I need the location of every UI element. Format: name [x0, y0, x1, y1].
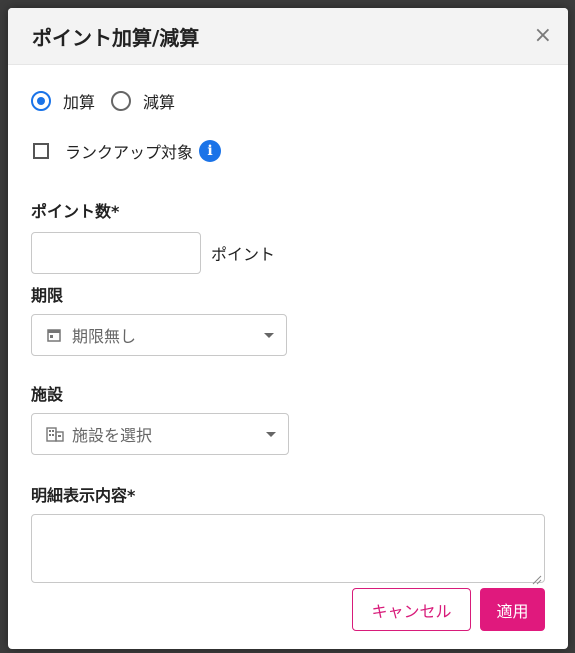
- close-button[interactable]: ×: [534, 25, 552, 47]
- rank-up-checkbox[interactable]: [33, 143, 49, 159]
- points-input[interactable]: [31, 232, 201, 274]
- operation-radio-group: 加算 減算: [31, 87, 545, 115]
- apply-button[interactable]: 適用: [480, 588, 545, 631]
- deadline-select[interactable]: 期限無し: [31, 314, 287, 356]
- info-icon[interactable]: i: [199, 140, 222, 162]
- radio-add-label[interactable]: 加算: [63, 89, 95, 113]
- dialog-footer: キャンセル 適用: [352, 588, 545, 631]
- rank-up-label[interactable]: ランクアップ対象: [65, 139, 193, 163]
- radio-subtract[interactable]: [111, 91, 132, 111]
- points-row: ポイント: [31, 232, 545, 274]
- dialog-title: ポイント加算/減算: [32, 25, 200, 50]
- description-textarea[interactable]: [31, 514, 545, 585]
- radio-subtract-label[interactable]: 減算: [143, 89, 175, 113]
- description-label: 明細表示内容*: [31, 486, 136, 505]
- chevron-down-icon: [264, 332, 274, 338]
- facility-value: 施設を選択: [72, 426, 153, 445]
- points-suffix: ポイント: [211, 245, 276, 264]
- calendar-icon: [46, 327, 62, 343]
- building-icon: [46, 426, 64, 442]
- dialog-header: ポイント加算/減算 ×: [8, 8, 568, 65]
- point-adjust-dialog: ポイント加算/減算 × 加算 減算 ランクアップ対象 i ポイント数* ポイント…: [8, 8, 568, 649]
- resize-grip-icon[interactable]: [532, 570, 542, 585]
- deadline-value: 期限無し: [72, 327, 137, 346]
- facility-select[interactable]: 施設を選択: [31, 413, 289, 455]
- rank-up-row: ランクアップ対象 i: [31, 137, 545, 165]
- chevron-down-icon: [266, 431, 276, 437]
- deadline-label: 期限: [31, 286, 64, 305]
- facility-label: 施設: [31, 385, 64, 404]
- dialog-body: 加算 減算 ランクアップ対象 i ポイント数* ポイント 期限 期限無し 施設 …: [8, 87, 568, 585]
- radio-add[interactable]: [31, 91, 51, 111]
- points-label: ポイント数*: [31, 202, 120, 221]
- cancel-button[interactable]: キャンセル: [352, 588, 471, 631]
